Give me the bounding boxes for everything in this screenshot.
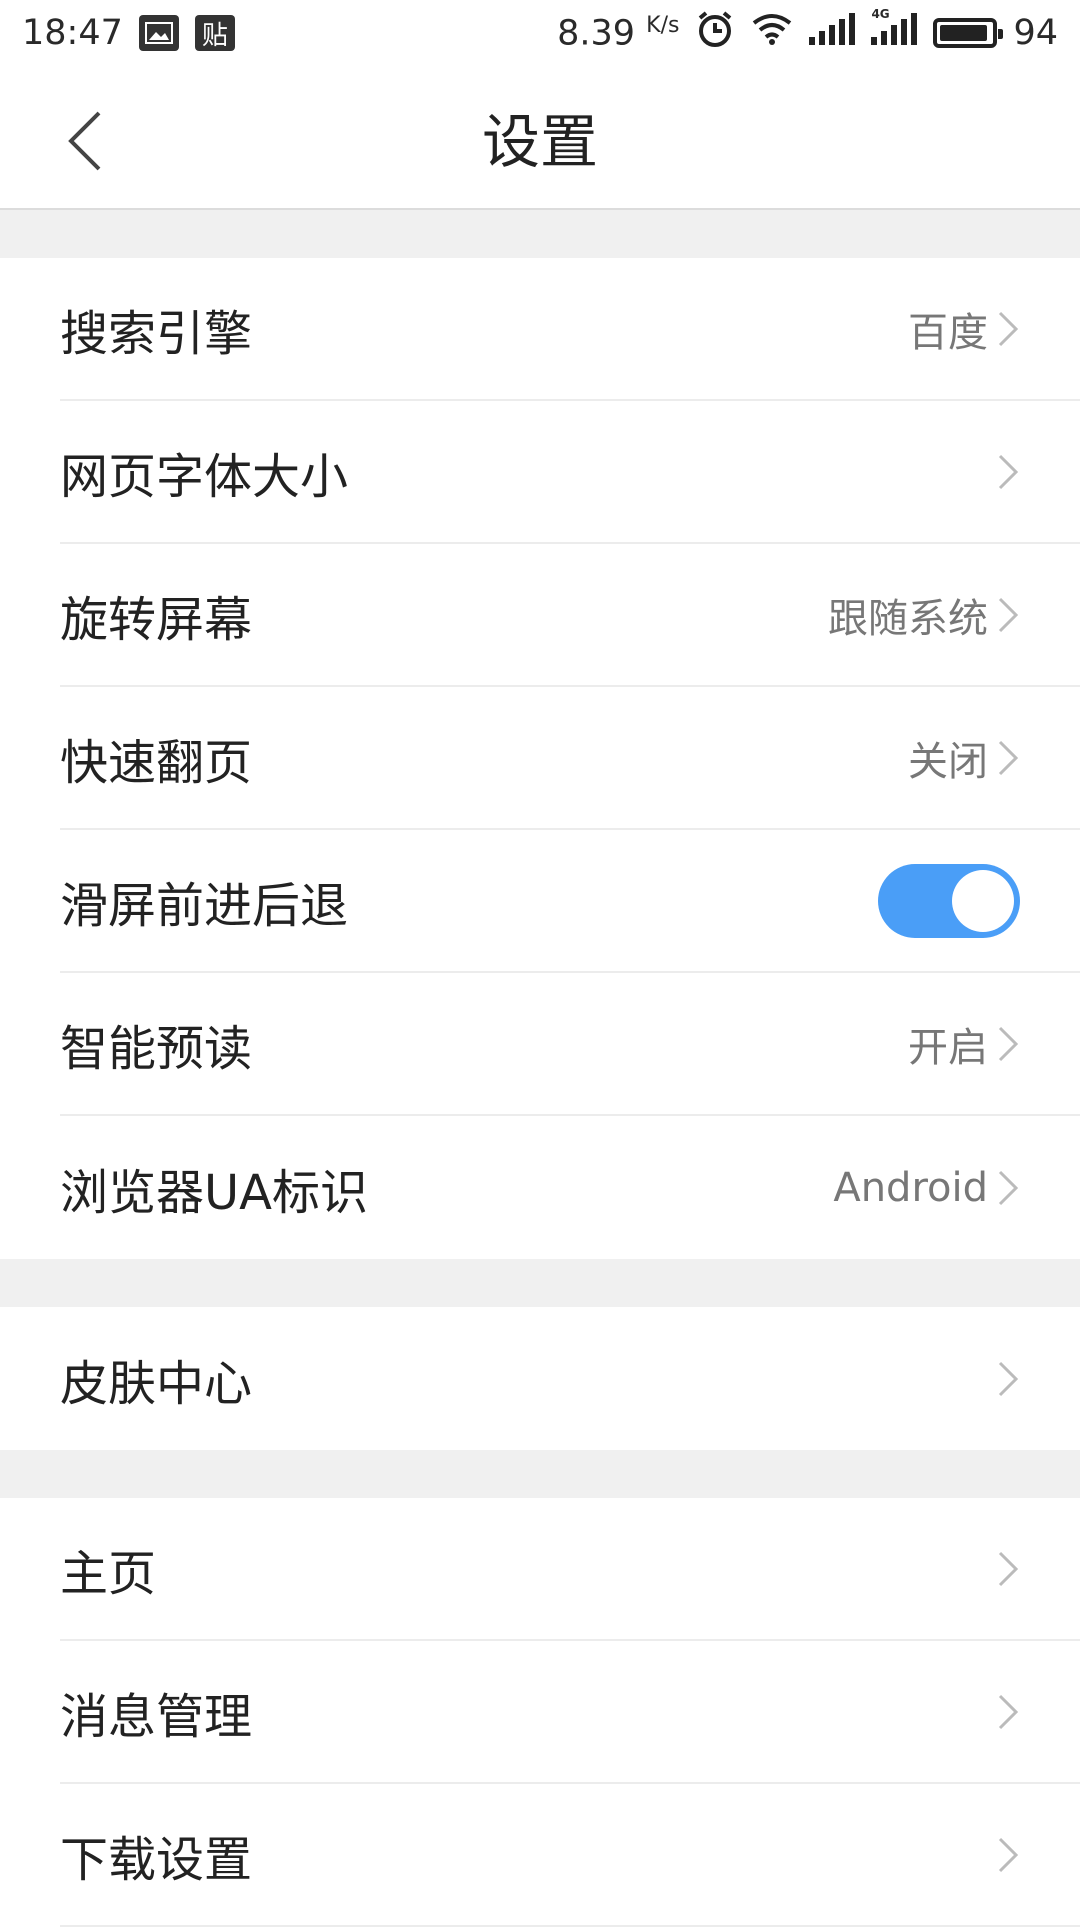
setting-fast-page-turn[interactable]: 快速翻页 关闭 bbox=[60, 687, 1080, 830]
setting-value: 关闭 bbox=[908, 738, 988, 785]
setting-swipe-navigation: 滑屏前进后退 bbox=[60, 830, 1080, 973]
setting-label: 消息管理 bbox=[60, 1688, 253, 1745]
setting-label: 滑屏前进后退 bbox=[60, 877, 349, 934]
chevron-right-icon bbox=[998, 740, 1019, 775]
setting-right bbox=[988, 1835, 1020, 1875]
setting-download[interactable]: 下载设置 bbox=[60, 1784, 1080, 1927]
setting-right bbox=[878, 863, 1020, 938]
back-button[interactable] bbox=[40, 96, 130, 186]
setting-value: 开启 bbox=[908, 1024, 988, 1071]
network-speed-value: 8.39 bbox=[557, 13, 635, 54]
setting-right: 开启 bbox=[908, 1015, 1020, 1073]
section-gap bbox=[0, 1259, 1080, 1307]
signal-4g-icon: 4G bbox=[871, 7, 918, 54]
chevron-left-icon bbox=[68, 111, 101, 171]
settings-section-skin: 皮肤中心 bbox=[0, 1307, 1080, 1450]
battery-icon bbox=[933, 18, 1004, 48]
network-speed-unit: K/s bbox=[646, 12, 680, 38]
tieba-notification-icon: 贴 bbox=[194, 15, 235, 51]
settings-section-general: 主页 消息管理 下载设置 bbox=[0, 1498, 1080, 1927]
setting-right bbox=[988, 1692, 1020, 1732]
setting-right bbox=[988, 1549, 1020, 1589]
setting-smart-preload[interactable]: 智能预读 开启 bbox=[60, 973, 1080, 1116]
nav-bar: 设置 bbox=[0, 66, 1080, 210]
setting-label: 旋转屏幕 bbox=[60, 591, 253, 648]
image-notification-icon bbox=[138, 15, 179, 51]
setting-value: 跟随系统 bbox=[828, 595, 988, 642]
battery-percent: 94 bbox=[1013, 13, 1058, 53]
network-type: 4G bbox=[871, 6, 890, 21]
setting-search-engine[interactable]: 搜索引擎 百度 bbox=[60, 258, 1080, 401]
swipe-navigation-toggle[interactable] bbox=[878, 863, 1020, 938]
chevron-right-icon bbox=[998, 311, 1019, 346]
setting-font-size[interactable]: 网页字体大小 bbox=[60, 401, 1080, 544]
setting-right: 跟随系统 bbox=[828, 586, 1020, 644]
setting-label: 浏览器UA标识 bbox=[60, 1164, 368, 1221]
status-bar: 18:47 贴 8.39 K/s 4G 94 bbox=[0, 0, 1080, 66]
status-left: 18:47 贴 bbox=[22, 13, 235, 53]
setting-skin-center[interactable]: 皮肤中心 bbox=[60, 1307, 1080, 1450]
setting-label: 皮肤中心 bbox=[60, 1355, 253, 1412]
setting-right: Android bbox=[833, 1165, 1020, 1211]
setting-label: 下载设置 bbox=[60, 1831, 253, 1888]
chevron-right-icon bbox=[998, 1170, 1019, 1205]
chevron-right-icon bbox=[998, 1837, 1019, 1872]
setting-right bbox=[988, 452, 1020, 492]
signal-icon bbox=[809, 12, 856, 54]
toggle-knob bbox=[952, 869, 1014, 932]
setting-label: 主页 bbox=[60, 1545, 157, 1602]
settings-section-browsing: 搜索引擎 百度 网页字体大小 旋转屏幕 跟随系统 快速翻页 关闭 滑屏前进后退 bbox=[0, 258, 1080, 1259]
wifi-icon bbox=[751, 11, 793, 56]
setting-label: 搜索引擎 bbox=[60, 305, 253, 362]
setting-label: 网页字体大小 bbox=[60, 448, 349, 505]
chevron-right-icon bbox=[998, 1551, 1019, 1586]
alarm-icon bbox=[695, 9, 735, 58]
status-time: 18:47 bbox=[22, 13, 123, 53]
chevron-right-icon bbox=[998, 1361, 1019, 1396]
chevron-right-icon bbox=[998, 1026, 1019, 1061]
section-gap bbox=[0, 210, 1080, 258]
page-title: 设置 bbox=[481, 108, 598, 176]
chevron-right-icon bbox=[998, 454, 1019, 489]
setting-right: 关闭 bbox=[908, 729, 1020, 787]
network-speed: 8.39 K/s bbox=[557, 13, 679, 54]
setting-right: 百度 bbox=[908, 300, 1020, 358]
setting-rotate-screen[interactable]: 旋转屏幕 跟随系统 bbox=[60, 544, 1080, 687]
setting-right bbox=[988, 1359, 1020, 1399]
chevron-right-icon bbox=[998, 597, 1019, 632]
chevron-right-icon bbox=[998, 1694, 1019, 1729]
setting-label: 快速翻页 bbox=[60, 734, 253, 791]
setting-message-management[interactable]: 消息管理 bbox=[60, 1641, 1080, 1784]
setting-value: Android bbox=[833, 1164, 988, 1211]
setting-browser-ua[interactable]: 浏览器UA标识 Android bbox=[60, 1116, 1080, 1259]
setting-homepage[interactable]: 主页 bbox=[60, 1498, 1080, 1641]
battery-fill bbox=[940, 25, 988, 41]
setting-label: 智能预读 bbox=[60, 1020, 253, 1077]
section-gap bbox=[0, 1450, 1080, 1498]
status-right: 8.39 K/s 4G 94 bbox=[557, 7, 1058, 58]
setting-value: 百度 bbox=[908, 309, 988, 356]
